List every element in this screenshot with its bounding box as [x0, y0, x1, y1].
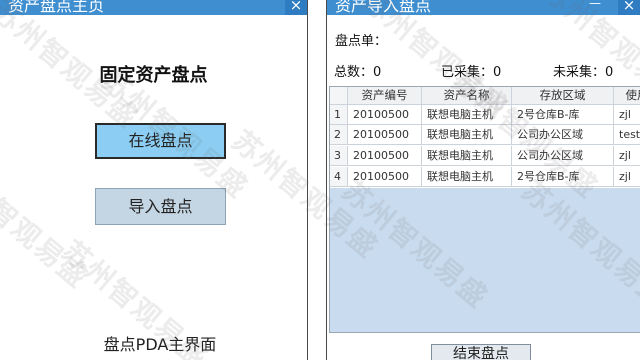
asset-code-cell: 20100500	[348, 167, 422, 187]
window-title: 资产导入盘点	[335, 0, 432, 15]
table-empty-area	[330, 188, 640, 332]
asset-name-cell: 联想电脑主机	[422, 125, 512, 145]
total-count: 总数：0	[334, 65, 382, 80]
user-cell: zjl	[614, 167, 640, 187]
main-menu-window: 资产盘点主页 × 固定资产盘点 在线盘点 导入盘点 盘点PDA主界面	[0, 0, 308, 360]
row-number: 2	[330, 125, 348, 145]
row-number: 3	[330, 146, 348, 166]
asset-name-cell: 联想电脑主机	[422, 146, 512, 166]
column-header-asset-name[interactable]: 资产名称	[422, 87, 512, 105]
asset-name-cell: 联想电脑主机	[422, 105, 512, 125]
window-title: 资产盘点主页	[8, 0, 105, 15]
import-inventory-window: 资产导入盘点 — × 盘点单： 总数：0 已采集：0 未采集：0 资产编号 资产…	[326, 0, 640, 360]
inventory-order-label: 盘点单：	[335, 34, 388, 49]
row-number: 4	[330, 167, 348, 187]
storage-area-cell: 2号仓库B-库	[512, 105, 614, 125]
user-cell: zjl	[614, 105, 640, 125]
column-header-asset-code[interactable]: 资产编号	[348, 87, 422, 105]
column-header-user[interactable]: 使用	[614, 87, 640, 105]
import-inventory-button[interactable]: 导入盘点	[95, 188, 226, 225]
minimize-icon[interactable]: —	[580, 0, 610, 15]
asset-code-cell: 20100500	[348, 105, 422, 125]
table-row[interactable]: 4 20100500 联想电脑主机 2号仓库B-库 zjl	[330, 167, 640, 187]
end-inventory-button[interactable]: 结束盘点	[431, 344, 531, 360]
uncollected-count: 未采集：0	[553, 65, 614, 80]
user-cell: test	[614, 125, 640, 145]
asset-table[interactable]: 资产编号 资产名称 存放区域 使用 1 20100500 联想电脑主机 2号仓库…	[329, 86, 640, 333]
asset-code-cell: 20100500	[348, 125, 422, 145]
screen-caption: 盘点PDA主界面	[103, 335, 217, 354]
screen: 资产盘点主页 × 固定资产盘点 在线盘点 导入盘点 盘点PDA主界面 资产导入盘…	[0, 0, 640, 360]
close-icon[interactable]: ×	[618, 0, 640, 15]
storage-area-cell: 公司办公区域	[512, 125, 614, 145]
user-cell: zjl	[614, 146, 640, 166]
collected-count: 已采集：0	[441, 65, 502, 80]
row-number: 1	[330, 105, 348, 125]
online-inventory-button[interactable]: 在线盘点	[95, 123, 226, 159]
table-row[interactable]: 3 20100500 联想电脑主机 公司办公区域 zjl	[330, 146, 640, 166]
import-inventory-titlebar: 资产导入盘点 — ×	[327, 0, 640, 15]
table-row[interactable]: 2 20100500 联想电脑主机 公司办公区域 test	[330, 125, 640, 145]
main-menu-titlebar: 资产盘点主页 ×	[0, 0, 307, 15]
table-header-row: 资产编号 资产名称 存放区域 使用	[330, 87, 640, 105]
page-heading: 固定资产盘点	[99, 65, 208, 86]
column-header-storage-area[interactable]: 存放区域	[512, 87, 614, 105]
asset-name-cell: 联想电脑主机	[422, 167, 512, 187]
storage-area-cell: 2号仓库B-库	[512, 167, 614, 187]
asset-code-cell: 20100500	[348, 146, 422, 166]
table-row[interactable]: 1 20100500 联想电脑主机 2号仓库B-库 zjl	[330, 105, 640, 125]
close-icon[interactable]: ×	[285, 0, 307, 15]
storage-area-cell: 公司办公区域	[512, 146, 614, 166]
row-number-header	[330, 87, 348, 105]
